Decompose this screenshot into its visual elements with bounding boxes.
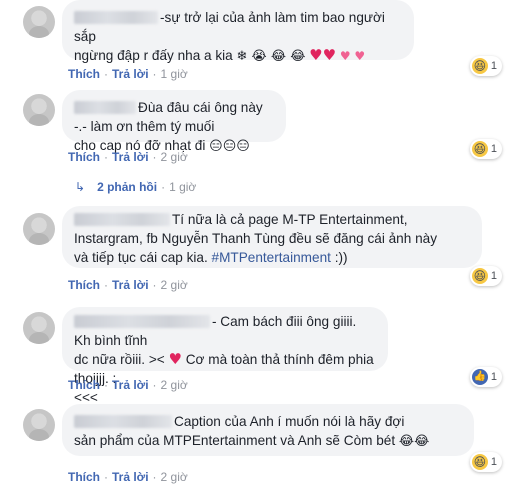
comment-text: và tiếp tục cái cap kia. — [74, 250, 208, 265]
reaction-count: 1 — [490, 371, 497, 383]
comment-bubble: Đùa đâu cái ông này -.- làm ơn thêm tý m… — [62, 90, 286, 154]
sparkling-heart-icon: ♥ ♥ — [339, 49, 366, 63]
laugh-tears-icons: 😂😂 — [398, 434, 430, 449]
comment-time[interactable]: 2 giờ — [161, 278, 188, 292]
heart-icon: ♥ — [168, 350, 182, 368]
laugh-reaction-icon: 😆 — [471, 454, 488, 470]
reply-link[interactable]: Trả lời — [112, 470, 149, 484]
avatar[interactable] — [23, 312, 55, 344]
commenter-name-blurred[interactable] — [74, 101, 136, 114]
comment-actions: Thích · Trả lời · 2 giờ — [68, 150, 188, 164]
heart-icon: ♥♥ — [309, 46, 337, 64]
commenter-name-blurred[interactable] — [74, 415, 172, 428]
reaction-badge[interactable]: 😆 1 — [469, 452, 502, 472]
comment-time[interactable]: 2 giờ — [161, 150, 188, 164]
avatar[interactable] — [23, 6, 55, 38]
comment-time[interactable]: 1 giờ — [161, 67, 188, 81]
reaction-badge[interactable]: 😆 1 — [469, 266, 502, 286]
commenter-name-blurred[interactable] — [74, 315, 210, 328]
avatar[interactable] — [23, 409, 55, 441]
avatar[interactable] — [23, 213, 55, 245]
comment-actions: Thích · Trả lời · 1 giờ — [68, 67, 188, 81]
comment-text: Instargram, fb Nguyễn Thanh Tùng đều sẽ … — [74, 231, 437, 246]
comment-text: ngừng đập r đấy nha a kia — [74, 48, 233, 63]
comment-actions: Thích · Trả lời · 2 giờ — [68, 278, 188, 292]
comment-bubble: Caption của Anh í muốn nói là hãy đợi sả… — [62, 404, 474, 456]
comment-text: dc nữa rồiii. >< — [74, 352, 165, 367]
like-link[interactable]: Thích — [68, 67, 100, 81]
comment-text: :)) — [334, 250, 348, 265]
comment-time[interactable]: 2 giờ — [161, 378, 188, 392]
laugh-reaction-icon: 😆 — [471, 268, 488, 284]
comment-actions: Thích · Trả lời · 2 giờ — [68, 378, 188, 392]
like-link[interactable]: Thích — [68, 278, 100, 292]
expressionless-face-icons: 😑😑😑 — [209, 139, 250, 154]
commenter-name-blurred[interactable] — [74, 11, 158, 24]
commenter-name-blurred[interactable] — [74, 213, 170, 226]
comment-bubble: Tí nữa là cả page M-TP Entertainment, In… — [62, 206, 482, 268]
comment-text: Caption của Anh í muốn nói là hãy đợi — [174, 414, 405, 429]
comment-bubble: -sự trở lại của ảnh làm tim bao người sắ… — [62, 0, 414, 64]
reaction-badge[interactable]: 👍 1 — [469, 367, 502, 387]
replies-row[interactable]: ↳ 2 phản hồi · 1 giờ — [75, 180, 196, 194]
comment-text: <<< — [74, 390, 98, 405]
reply-link[interactable]: Trả lời — [112, 378, 149, 392]
comment-text: sản phẩm của MTPEntertainment và Anh sẽ … — [74, 433, 396, 448]
laugh-reaction-icon: 😆 — [471, 141, 488, 157]
like-reaction-icon: 👍 — [471, 369, 488, 385]
reaction-badge[interactable]: 😆 1 — [469, 139, 502, 159]
replies-count-link[interactable]: 2 phản hồi — [97, 180, 157, 194]
reply-arrow-icon: ↳ — [75, 180, 86, 194]
reaction-count: 1 — [490, 60, 497, 72]
reply-link[interactable]: Trả lời — [112, 150, 149, 164]
comment-actions: Thích · Trả lời · 2 giờ — [68, 470, 188, 484]
like-link[interactable]: Thích — [68, 150, 100, 164]
reply-link[interactable]: Trả lời — [112, 278, 149, 292]
comment-text: Tí nữa là cả page M-TP Entertainment, — [172, 212, 408, 227]
comment-time[interactable]: 2 giờ — [161, 470, 188, 484]
reaction-badge[interactable]: 😆 1 — [469, 56, 502, 76]
reaction-count: 1 — [490, 270, 497, 282]
replies-time: 1 giờ — [169, 180, 197, 194]
like-link[interactable]: Thích — [68, 470, 100, 484]
hashtag-link[interactable]: #MTPentertainment — [212, 250, 331, 265]
reply-link[interactable]: Trả lời — [112, 67, 149, 81]
snowflake-sob-laugh-icons: ❄ 😭 😂 😂 — [236, 49, 306, 64]
laugh-reaction-icon: 😆 — [471, 58, 488, 74]
reaction-count: 1 — [490, 456, 497, 468]
avatar[interactable] — [23, 94, 55, 126]
like-link[interactable]: Thích — [68, 378, 100, 392]
comment-bubble: - Cam bách điii ông giiii. Kh bình tĩnh … — [62, 307, 388, 405]
reaction-count: 1 — [490, 143, 497, 155]
